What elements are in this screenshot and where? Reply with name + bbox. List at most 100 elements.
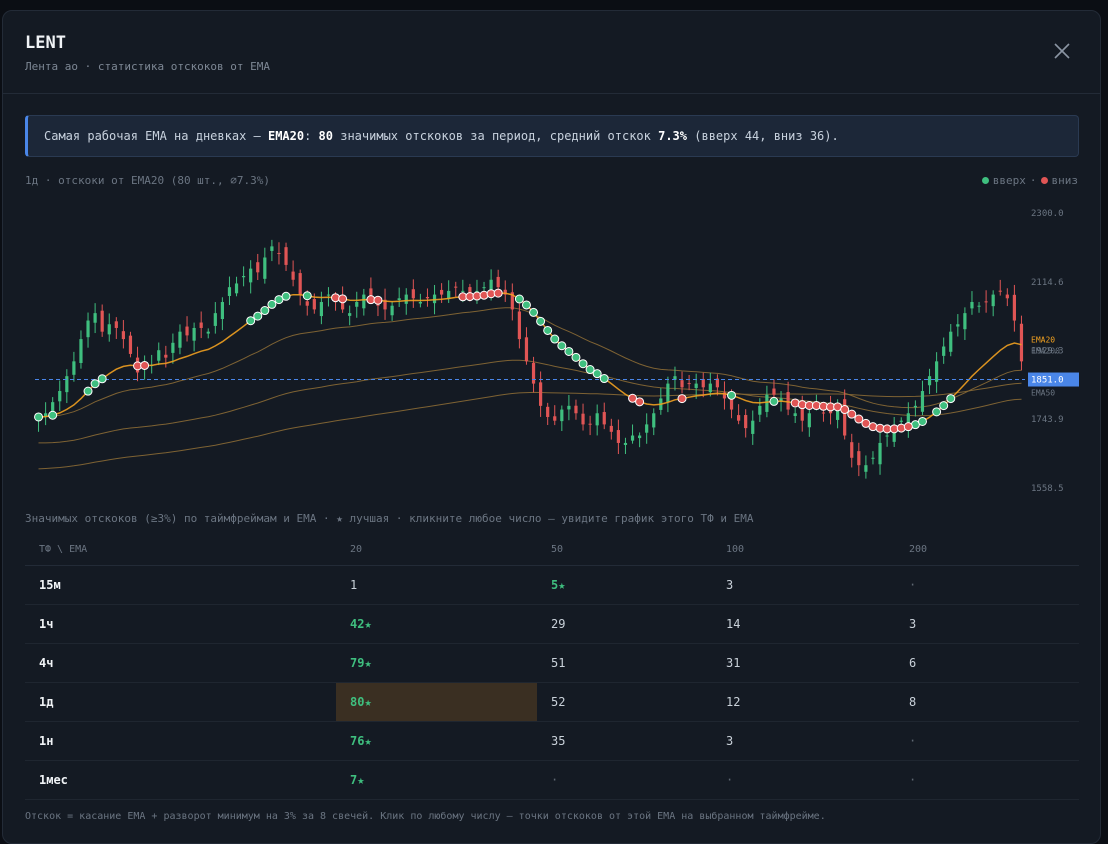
candle-down bbox=[772, 388, 776, 395]
cell-1w-ema100[interactable]: 3 bbox=[712, 721, 895, 761]
cell-1mo-ema20[interactable]: 7★ bbox=[336, 760, 537, 800]
bounce-down-marker bbox=[338, 294, 348, 304]
candle-down bbox=[687, 383, 691, 385]
table-header-row: ТФ \ EMA 20 50 100 200 bbox=[25, 535, 1079, 566]
bounce-up-marker bbox=[48, 410, 58, 420]
candle-up bbox=[397, 298, 401, 301]
col-header-tf: ТФ \ EMA bbox=[25, 535, 336, 566]
cell-1d-ema50[interactable]: 52 bbox=[537, 682, 712, 722]
cell-1w-ema50[interactable]: 35 bbox=[537, 721, 712, 761]
candle-down bbox=[616, 430, 620, 443]
cell-15m-ema200: · bbox=[895, 565, 1079, 605]
legend-separator: · bbox=[1029, 174, 1037, 187]
cell-4h-ema100[interactable]: 31 bbox=[712, 643, 895, 683]
bounce-down-marker bbox=[677, 394, 687, 404]
col-header-100: 100 bbox=[712, 535, 895, 566]
candle-down bbox=[850, 442, 854, 458]
candle-up bbox=[390, 305, 394, 316]
bounce-up-marker bbox=[302, 291, 312, 301]
cell-15m-ema100[interactable]: 3 bbox=[712, 565, 895, 605]
cell-1d-ema200[interactable]: 8 bbox=[895, 682, 1079, 722]
candle-down bbox=[1012, 294, 1016, 321]
candle-up bbox=[645, 424, 649, 433]
bounce-up-marker bbox=[592, 369, 602, 379]
ema50-line bbox=[38, 307, 1022, 418]
candle-down bbox=[256, 262, 260, 273]
candle-up bbox=[751, 420, 755, 434]
banner-pre: Самая рабочая EMA на дневках — bbox=[44, 129, 268, 143]
candle-down bbox=[1019, 323, 1024, 362]
cell-1h-ema20[interactable]: 42★ bbox=[336, 604, 537, 644]
candle-down bbox=[284, 247, 288, 265]
candle-up bbox=[249, 268, 253, 283]
candle-up bbox=[758, 405, 762, 415]
cell-4h-ema50[interactable]: 51 bbox=[537, 643, 712, 683]
table-row: 4ч 79★ 51 31 6 bbox=[25, 643, 1079, 683]
candle-up bbox=[652, 413, 656, 428]
bounce-up-marker bbox=[267, 299, 277, 309]
candle-down bbox=[114, 321, 118, 328]
candle-down bbox=[539, 382, 543, 406]
candle-down bbox=[821, 412, 826, 414]
bounce-up-marker bbox=[536, 316, 546, 326]
bounce-down-marker bbox=[840, 405, 850, 415]
footnote: Отскок = касание EMA + разворот минимум … bbox=[25, 811, 826, 822]
row-tf-1w: 1н bbox=[25, 721, 336, 761]
candle-down bbox=[744, 415, 748, 429]
candle-up bbox=[58, 391, 62, 402]
candle-up bbox=[694, 383, 698, 389]
bounce-down-marker bbox=[854, 414, 864, 424]
col-header-200: 200 bbox=[895, 535, 1079, 566]
bounce-up-marker bbox=[97, 374, 107, 384]
candle-down bbox=[701, 378, 705, 388]
bounce-up-marker bbox=[543, 325, 553, 335]
candle-up bbox=[242, 276, 246, 278]
bounce-up-marker bbox=[557, 341, 567, 351]
row-tf-1mo: 1мес bbox=[25, 760, 336, 800]
candle-down bbox=[588, 423, 592, 425]
ema200-label: EMA200 bbox=[1031, 347, 1060, 356]
bounce-up-marker bbox=[946, 394, 956, 404]
bounce-up-marker bbox=[90, 379, 100, 389]
cell-4h-ema200[interactable]: 6 bbox=[895, 643, 1079, 683]
candle-up bbox=[432, 294, 437, 304]
cell-15m-ema50[interactable]: 5★ bbox=[537, 565, 712, 605]
candle-down bbox=[531, 362, 536, 384]
bounce-up-marker bbox=[550, 334, 560, 344]
candle-up bbox=[192, 327, 196, 341]
bounce-down-marker bbox=[903, 422, 913, 432]
candle-up bbox=[793, 413, 797, 417]
candle-up bbox=[404, 294, 408, 304]
candle-up bbox=[171, 342, 175, 353]
cell-1mo-ema100: · bbox=[712, 760, 895, 800]
cell-1w-ema200: · bbox=[895, 721, 1079, 761]
candle-down bbox=[998, 290, 1002, 292]
cell-1w-ema20[interactable]: 76★ bbox=[336, 721, 537, 761]
bounce-up-marker bbox=[599, 374, 609, 384]
cell-1h-ema200[interactable]: 3 bbox=[895, 604, 1079, 644]
candle-up bbox=[560, 409, 564, 422]
candle-down bbox=[574, 405, 578, 414]
close-button[interactable] bbox=[1052, 41, 1072, 61]
candle-up bbox=[935, 361, 939, 382]
cell-1d-ema100[interactable]: 12 bbox=[712, 682, 895, 722]
cell-15m-ema20[interactable]: 1 bbox=[336, 565, 537, 605]
cell-1h-ema100[interactable]: 14 bbox=[712, 604, 895, 644]
cell-4h-ema20[interactable]: 79★ bbox=[336, 643, 537, 683]
candle-up bbox=[107, 324, 111, 335]
bounce-down-marker bbox=[635, 397, 645, 407]
candle-down bbox=[305, 301, 309, 306]
row-tf-15m: 15м bbox=[25, 565, 336, 605]
cell-1h-ema50[interactable]: 29 bbox=[537, 604, 712, 644]
ticker-title: LENT bbox=[25, 33, 66, 53]
candle-up bbox=[991, 294, 995, 307]
row-tf-4h: 4ч bbox=[25, 643, 336, 683]
bounce-up-marker bbox=[769, 396, 779, 406]
candle-up bbox=[319, 302, 323, 317]
best-ema-banner: Самая рабочая EMA на дневках — EMA20: 80… bbox=[25, 115, 1079, 157]
price-chart[interactable]: 2300.02114.61929.31743.91558.516.0111.03… bbox=[25, 193, 1079, 493]
col-header-20: 20 bbox=[336, 535, 537, 566]
candle-down bbox=[546, 406, 550, 417]
cell-1d-ema20-selected[interactable]: 80★ bbox=[336, 682, 537, 722]
y-tick-label: 2114.6 bbox=[1031, 278, 1064, 288]
